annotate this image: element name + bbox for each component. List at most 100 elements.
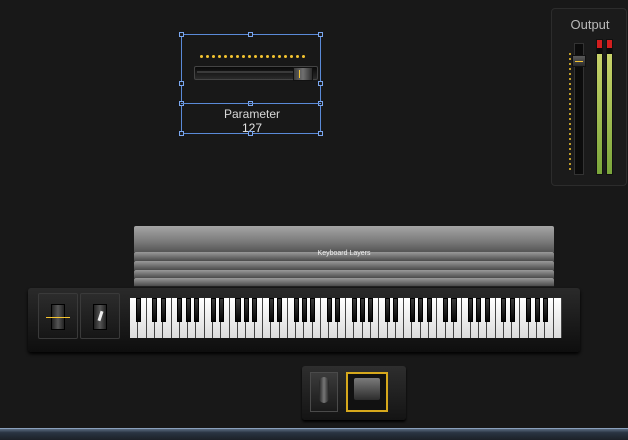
bottom-panel-edge [0, 428, 628, 440]
black-key[interactable] [509, 298, 515, 322]
slider-scale-dot [242, 55, 245, 58]
black-key[interactable] [360, 298, 366, 322]
black-key[interactable] [443, 298, 449, 322]
black-key[interactable] [335, 298, 341, 322]
slider-scale-dot [212, 55, 215, 58]
black-key[interactable] [418, 298, 424, 322]
black-key[interactable] [268, 298, 274, 322]
volume-scale-dot [569, 88, 571, 90]
resize-handle-top-left[interactable] [179, 32, 184, 37]
output-meter-right [606, 39, 613, 175]
selection-divider [181, 103, 321, 104]
resize-handle-left[interactable] [179, 81, 184, 86]
keyboard-layers-button[interactable]: Keyboard Layers [134, 226, 554, 287]
volume-scale-dot [569, 123, 571, 125]
black-key[interactable] [310, 298, 316, 322]
slider-scale-dot [272, 55, 275, 58]
output-meter-left [596, 39, 603, 175]
black-key[interactable] [542, 298, 548, 322]
modulation-wheel[interactable] [80, 293, 120, 339]
resize-handle-top[interactable] [248, 32, 253, 37]
resize-handle-bottom-right[interactable] [318, 131, 323, 136]
black-key[interactable] [426, 298, 432, 322]
black-key[interactable] [293, 298, 299, 322]
piano-keyboard[interactable] [130, 298, 562, 338]
instrument-editor-canvas: Parameter 127 Output Keyboard Layers [0, 0, 628, 440]
slider-scale-dots [200, 55, 305, 58]
volume-scale-dot [569, 93, 571, 95]
black-key[interactable] [384, 298, 391, 322]
black-key[interactable] [218, 298, 224, 322]
slider-scale-dot [284, 55, 287, 58]
black-key[interactable] [534, 298, 540, 322]
slider-scale-dot [230, 55, 233, 58]
layer-slab-1 [134, 226, 554, 253]
black-key[interactable] [451, 298, 457, 322]
pitch-bend-wheel[interactable] [38, 293, 78, 339]
black-key[interactable] [152, 298, 158, 322]
black-key[interactable] [476, 298, 482, 322]
black-key[interactable] [368, 298, 374, 322]
black-key[interactable] [177, 298, 183, 322]
volume-scale-dot [569, 98, 571, 100]
slider-scale-dot [296, 55, 299, 58]
black-key[interactable] [501, 298, 507, 322]
resize-handle-bottom[interactable] [248, 131, 253, 136]
slider-scale-dot [260, 55, 263, 58]
slider-track[interactable] [194, 66, 318, 81]
black-key[interactable] [301, 298, 308, 322]
slider-scale-dot [218, 55, 221, 58]
volume-scale-dot [569, 153, 571, 155]
volume-scale-dot [569, 68, 571, 70]
black-key[interactable] [526, 298, 532, 322]
parameter-slider-selection[interactable]: Parameter 127 [181, 34, 321, 135]
knob-indicator [299, 70, 300, 78]
resize-handle-right[interactable] [318, 81, 323, 86]
black-key[interactable] [252, 298, 258, 322]
meter-right-level [607, 54, 612, 174]
output-title: Output [570, 17, 610, 32]
output-volume-knob[interactable] [572, 55, 586, 67]
volume-scale-dot [569, 118, 571, 120]
resize-handle-bottom-left[interactable] [179, 131, 184, 136]
volume-scale-dot [569, 78, 571, 80]
black-key[interactable] [468, 298, 474, 322]
black-key[interactable] [193, 298, 200, 322]
slider-scale-dot [236, 55, 239, 58]
black-key[interactable] [409, 298, 416, 322]
resize-handle-top-right[interactable] [318, 32, 323, 37]
expression-pedal[interactable] [346, 372, 388, 412]
black-key[interactable] [235, 298, 241, 322]
black-key[interactable] [135, 298, 141, 322]
black-key[interactable] [484, 298, 490, 322]
volume-scale-dot [569, 163, 571, 165]
slider-scale-dot [248, 55, 251, 58]
black-key[interactable] [276, 298, 283, 322]
volume-scale-dot [569, 53, 571, 55]
volume-scale-dot [569, 128, 571, 130]
slider-scale-dot [206, 55, 209, 58]
pedal-base [302, 366, 406, 420]
keyboard-layers-label: Keyboard Layers [317, 250, 371, 257]
white-key[interactable] [553, 298, 562, 338]
pitch-wheel-grip[interactable] [46, 304, 70, 330]
slider-fill [197, 71, 295, 73]
mod-wheel-grip[interactable] [93, 304, 107, 330]
parameter-slider[interactable] [186, 41, 318, 81]
volume-scale-dot [569, 108, 571, 110]
volume-scale-dot [569, 113, 571, 115]
volume-scale-dot [569, 143, 571, 145]
black-key[interactable] [243, 298, 249, 322]
slider-knob[interactable] [293, 67, 313, 81]
black-key[interactable] [210, 298, 216, 322]
black-key[interactable] [393, 298, 399, 322]
black-key[interactable] [185, 298, 191, 322]
black-key[interactable] [351, 298, 357, 322]
volume-knob-indicator [575, 61, 583, 62]
sustain-pedal[interactable] [310, 372, 338, 412]
meter-left-level [597, 54, 602, 174]
black-key[interactable] [160, 298, 166, 322]
volume-scale-dot [569, 63, 571, 65]
volume-scale-dots [569, 53, 571, 170]
black-key[interactable] [326, 298, 332, 322]
